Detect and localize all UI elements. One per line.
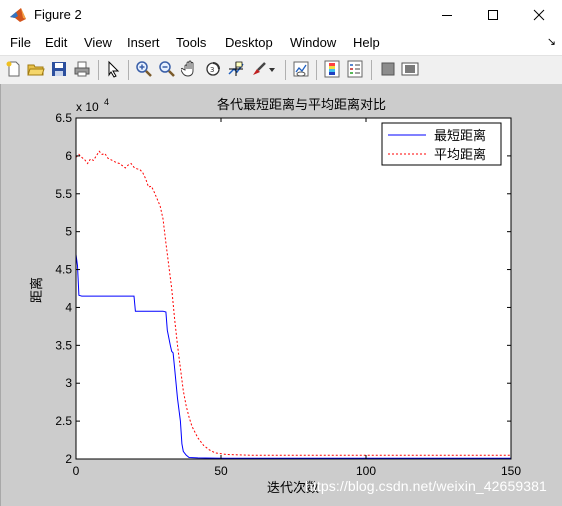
y-tick-label: 3 (65, 376, 72, 390)
y-tick-label: 6 (65, 149, 72, 163)
insert-colorbar-icon[interactable] (323, 60, 341, 78)
y-exponent-power: 4 (104, 97, 109, 107)
y-axis-label: 距离 (29, 277, 45, 303)
link-plot-icon[interactable] (292, 60, 310, 78)
window-title: Figure 2 (34, 7, 82, 22)
x-tick-label: 0 (73, 464, 80, 478)
toolbar-separator (371, 60, 372, 80)
menu-bar: File Edit View Insert Tools Desktop Wind… (0, 30, 562, 54)
close-icon (533, 9, 545, 21)
toolbar-separator (128, 60, 129, 80)
y-tick-label: 4 (65, 300, 72, 314)
menu-file[interactable]: File (10, 35, 31, 50)
y-tick-label: 4.5 (55, 263, 72, 277)
print-icon[interactable] (73, 60, 91, 78)
maximize-icon (488, 10, 498, 20)
legend-label-min-distance: 最短距离 (434, 128, 486, 144)
figure-canvas: 0 50 100 150 2 2.5 3 3.5 4 4.5 5 5.5 6 6.5 x 10 4 各代最短距离… (0, 84, 562, 506)
hide-plot-tools-icon[interactable] (379, 60, 397, 78)
open-file-icon[interactable] (27, 60, 45, 78)
insert-legend-icon[interactable] (346, 60, 364, 78)
minimize-button[interactable] (424, 0, 470, 30)
zoom-in-icon[interactable] (135, 60, 153, 78)
menu-insert[interactable]: Insert (127, 35, 160, 50)
y-tick-label: 5 (65, 225, 72, 239)
y-tick-label: 2 (65, 452, 72, 466)
save-icon[interactable] (50, 60, 68, 78)
y-exponent-base: x 10 (76, 100, 99, 114)
matlab-logo-icon (10, 8, 26, 22)
menu-window[interactable]: Window (290, 35, 336, 50)
chart-title: 各代最短距离与平均距离对比 (217, 97, 386, 113)
edit-plot-icon[interactable] (104, 60, 122, 78)
axes-background (76, 118, 511, 459)
new-figure-icon[interactable] (5, 60, 23, 78)
minimize-icon (442, 15, 452, 16)
menu-edit[interactable]: Edit (45, 35, 67, 50)
x-tick-label: 50 (214, 464, 228, 478)
toolbar-separator (98, 60, 99, 80)
title-bar: Figure 2 (0, 0, 562, 30)
menu-tools[interactable]: Tools (176, 35, 206, 50)
x-tick-label: 100 (356, 464, 376, 478)
zoom-out-icon[interactable] (158, 60, 176, 78)
toolbar-separator (285, 60, 286, 80)
y-tick-label: 3.5 (55, 338, 72, 352)
brush-icon[interactable] (250, 60, 268, 78)
plot-svg: 0 50 100 150 2 2.5 3 3.5 4 4.5 5 5.5 6 6.5 x 10 4 各代最短距离… (29, 97, 521, 496)
legend-label-avg-distance: 平均距离 (434, 147, 486, 163)
menu-help[interactable]: Help (353, 35, 380, 50)
menu-view[interactable]: View (84, 35, 112, 50)
y-tick-label: 6.5 (55, 111, 72, 125)
maximize-button[interactable] (470, 0, 516, 30)
toolbar-separator (316, 60, 317, 80)
pan-icon[interactable] (181, 60, 199, 78)
y-tick-label: 5.5 (55, 187, 72, 201)
watermark-text: https://blog.csdn.net/weixin_42659381 (305, 478, 547, 494)
close-button[interactable] (516, 0, 562, 30)
svg-text:3: 3 (210, 66, 214, 74)
x-tick-label: 150 (501, 464, 521, 478)
menu-dock-arrow-icon[interactable]: ↘ (547, 35, 556, 48)
rotate-3d-icon[interactable]: 3 (204, 60, 222, 78)
figure-toolbar: 3 (0, 55, 562, 85)
data-cursor-icon[interactable] (227, 60, 245, 78)
brush-dropdown-icon[interactable] (268, 60, 276, 78)
y-tick-label: 2.5 (55, 414, 72, 428)
show-plot-tools-icon[interactable] (401, 60, 419, 78)
menu-desktop[interactable]: Desktop (225, 35, 273, 50)
